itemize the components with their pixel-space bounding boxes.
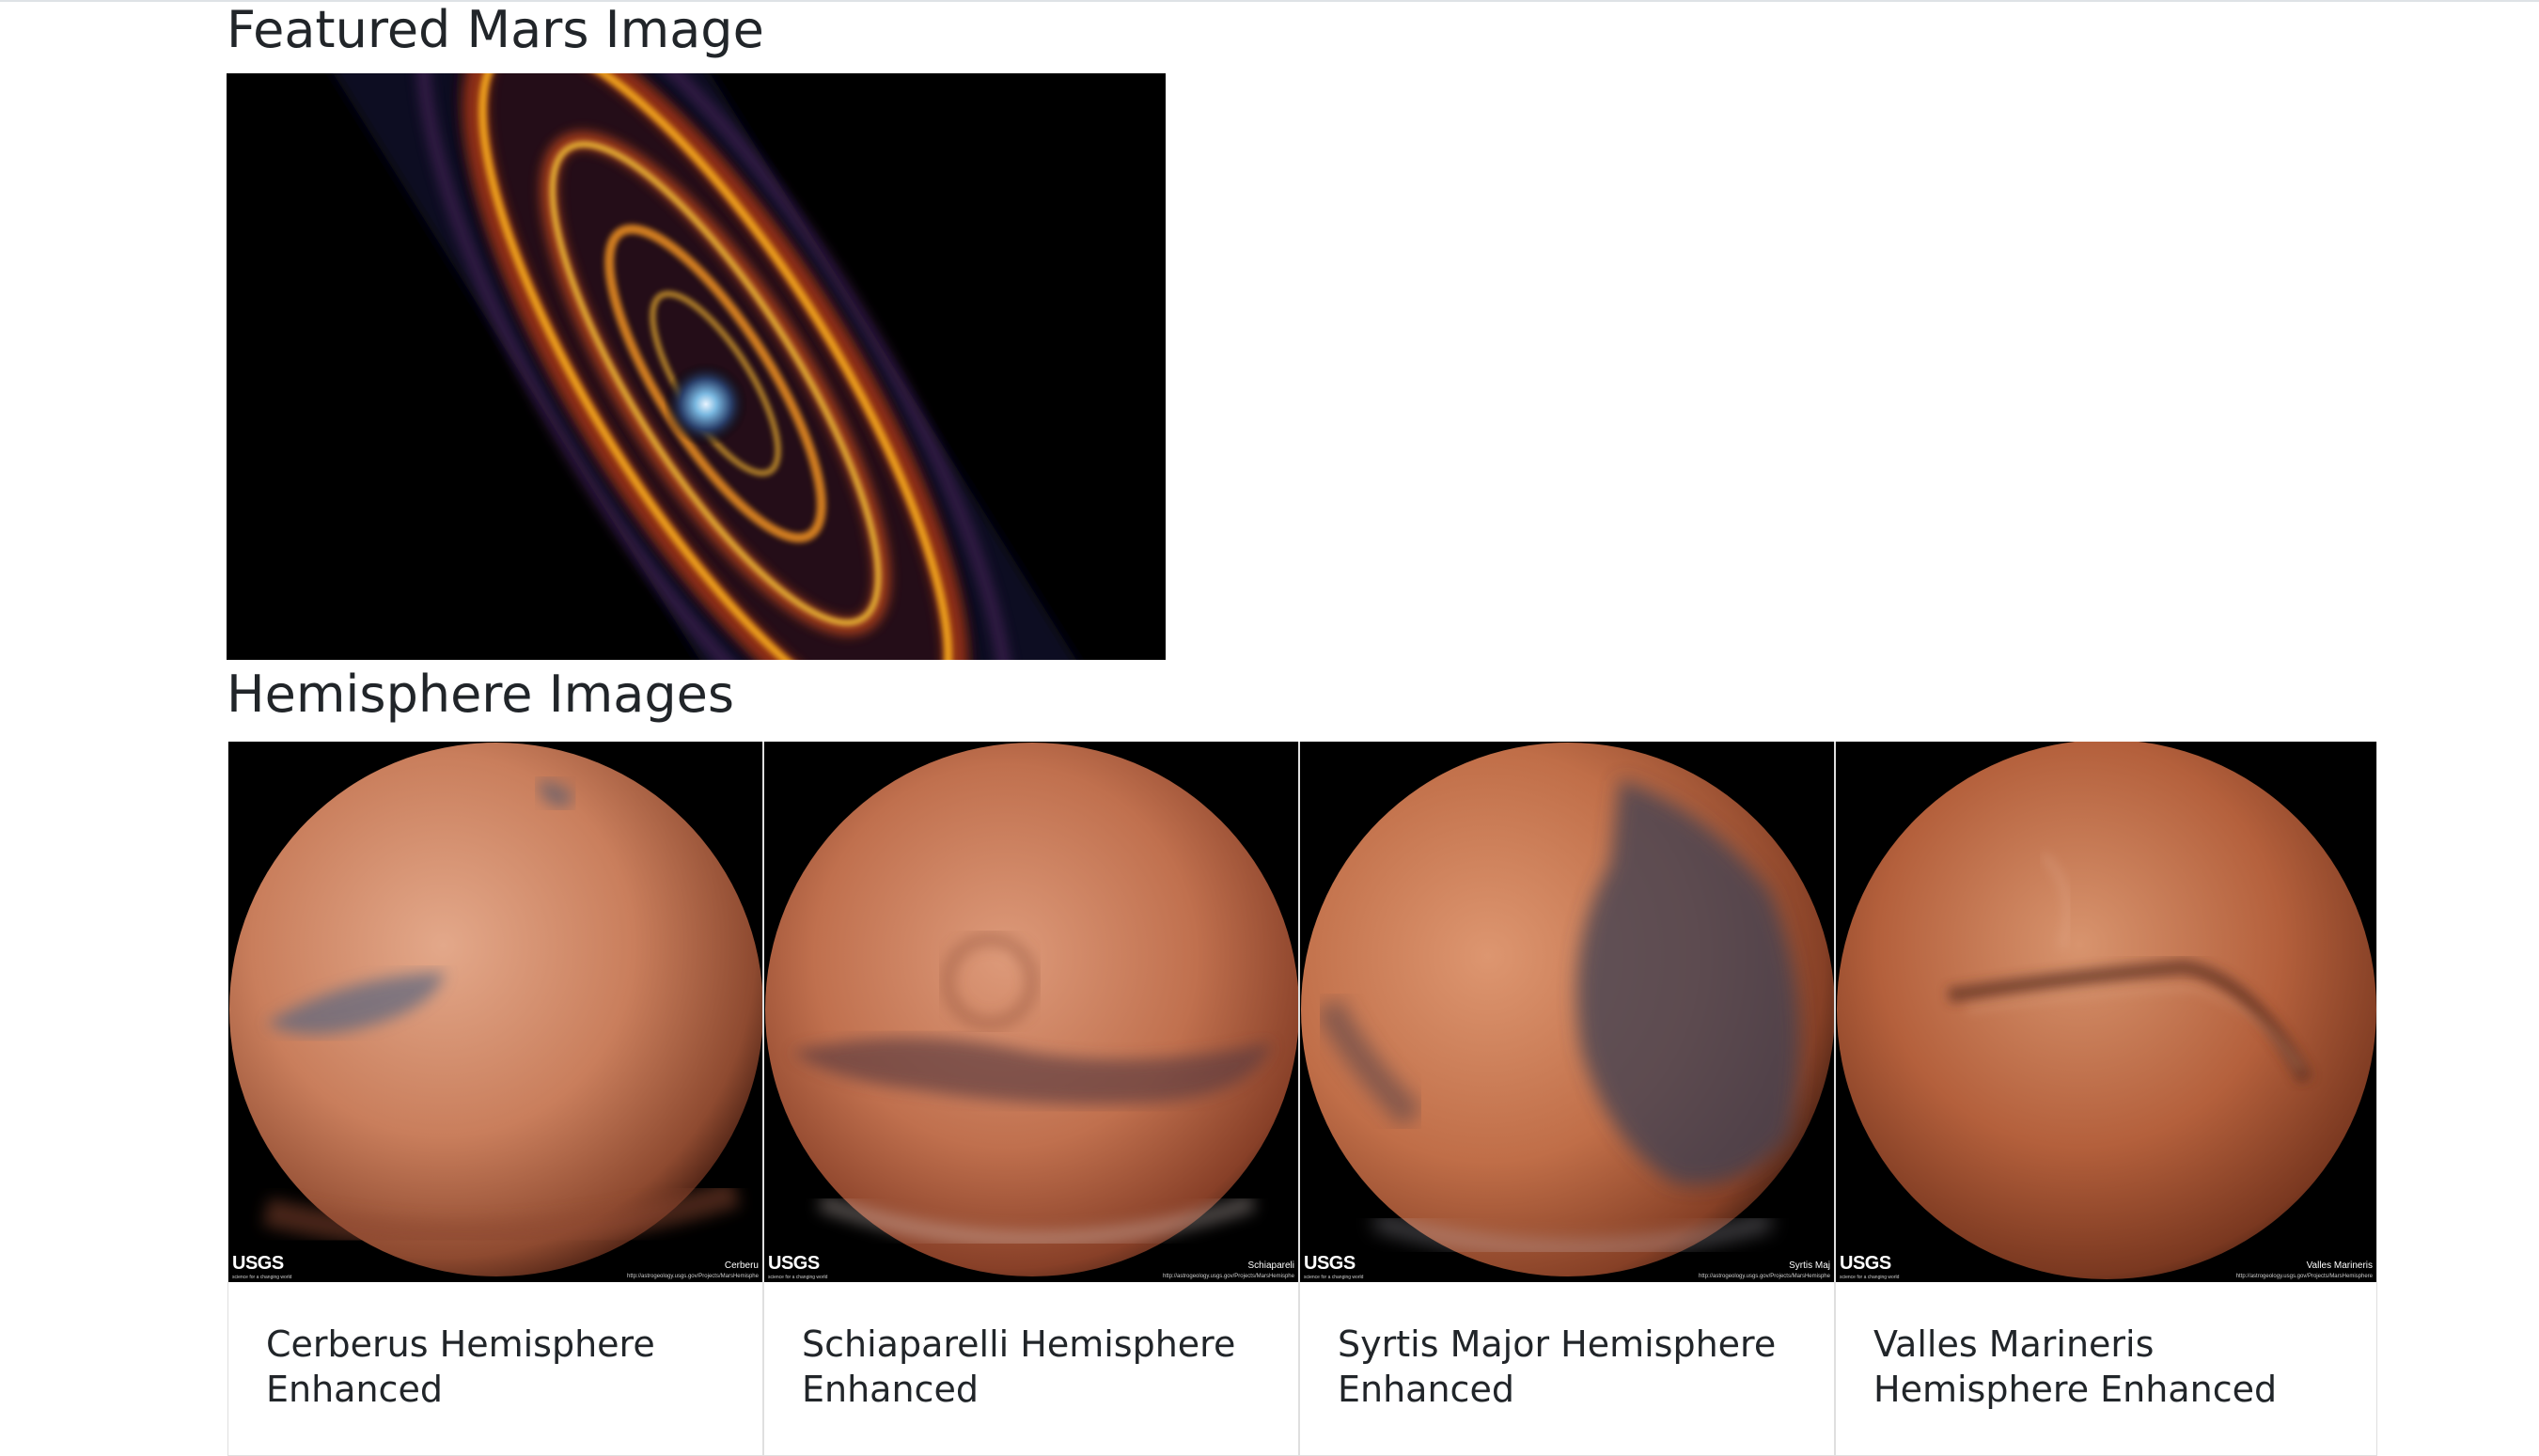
hemisphere-title-syrtis-major[interactable]: Syrtis Major Hemisphere Enhanced (1338, 1322, 1815, 1412)
hemisphere-source-url: http://astrogeology.usgs.gov/Projects/Ma… (1163, 1274, 1294, 1279)
hemisphere-label: Valles Marineris (2306, 1260, 2373, 1271)
hemisphere-card-valles-marineris: USGS science for a changing world Valles… (1835, 742, 2377, 1456)
hemisphere-image-cerberus[interactable]: USGS science for a changing world Cerber… (228, 742, 762, 1282)
hemisphere-source-url: http://astrogeology.usgs.gov/Projects/Ma… (627, 1274, 759, 1279)
usgs-tagline: science for a changing world (768, 1275, 828, 1280)
card-body: Syrtis Major Hemisphere Enhanced (1338, 1322, 1815, 1412)
hemisphere-image-syrtis-major[interactable]: USGS science for a changing world Syrtis… (1300, 742, 1834, 1282)
hemisphere-title-cerberus[interactable]: Cerberus Hemisphere Enhanced (266, 1322, 744, 1412)
usgs-tagline: science for a changing world (232, 1275, 292, 1280)
usgs-logo: USGS (1840, 1253, 1891, 1274)
featured-image[interactable] (227, 73, 1166, 660)
usgs-logo: USGS (1304, 1253, 1356, 1274)
card-body: Schiaparelli Hemisphere Enhanced (802, 1322, 1279, 1412)
card-body: Valles Marineris Hemisphere Enhanced (1873, 1322, 2358, 1412)
hemisphere-card-syrtis-major: USGS science for a changing world Syrtis… (1299, 742, 1835, 1456)
hemisphere-label: Schiapareli (1247, 1260, 1294, 1271)
hemisphere-title-valles-marineris[interactable]: Valles Marineris Hemisphere Enhanced (1873, 1322, 2358, 1412)
mars-globe-illustration (764, 742, 1298, 1282)
mars-globe-illustration (1836, 742, 2376, 1282)
mars-globe-illustration (228, 742, 762, 1282)
card-body: Cerberus Hemisphere Enhanced (266, 1322, 744, 1412)
hemisphere-title: Hemisphere Images (227, 665, 734, 724)
usgs-logo: USGS (232, 1253, 284, 1274)
hemisphere-image-schiaparelli[interactable]: USGS science for a changing world Schiap… (764, 742, 1298, 1282)
hemisphere-label: Syrtis Maj (1789, 1260, 1830, 1271)
hemisphere-label: Cerberu (724, 1260, 759, 1271)
hemisphere-card-cerberus: USGS science for a changing world Cerber… (227, 742, 763, 1456)
hemisphere-card-row: USGS science for a changing world Cerber… (227, 742, 2377, 1456)
hemisphere-source-url: http://astrogeology.usgs.gov/Projects/Ma… (1699, 1274, 1830, 1279)
galaxy-illustration (227, 73, 1166, 660)
hemisphere-image-valles-marineris[interactable]: USGS science for a changing world Valles… (1836, 742, 2376, 1282)
mars-globe-illustration (1300, 742, 1834, 1282)
hemisphere-card-schiaparelli: USGS science for a changing world Schiap… (763, 742, 1299, 1456)
usgs-logo: USGS (768, 1253, 820, 1274)
featured-title: Featured Mars Image (227, 0, 764, 59)
hemisphere-title-schiaparelli[interactable]: Schiaparelli Hemisphere Enhanced (802, 1322, 1279, 1412)
usgs-tagline: science for a changing world (1840, 1275, 1900, 1280)
usgs-tagline: science for a changing world (1304, 1275, 1364, 1280)
hemisphere-source-url: http://astrogeology.usgs.gov/Projects/Ma… (2235, 1274, 2373, 1279)
